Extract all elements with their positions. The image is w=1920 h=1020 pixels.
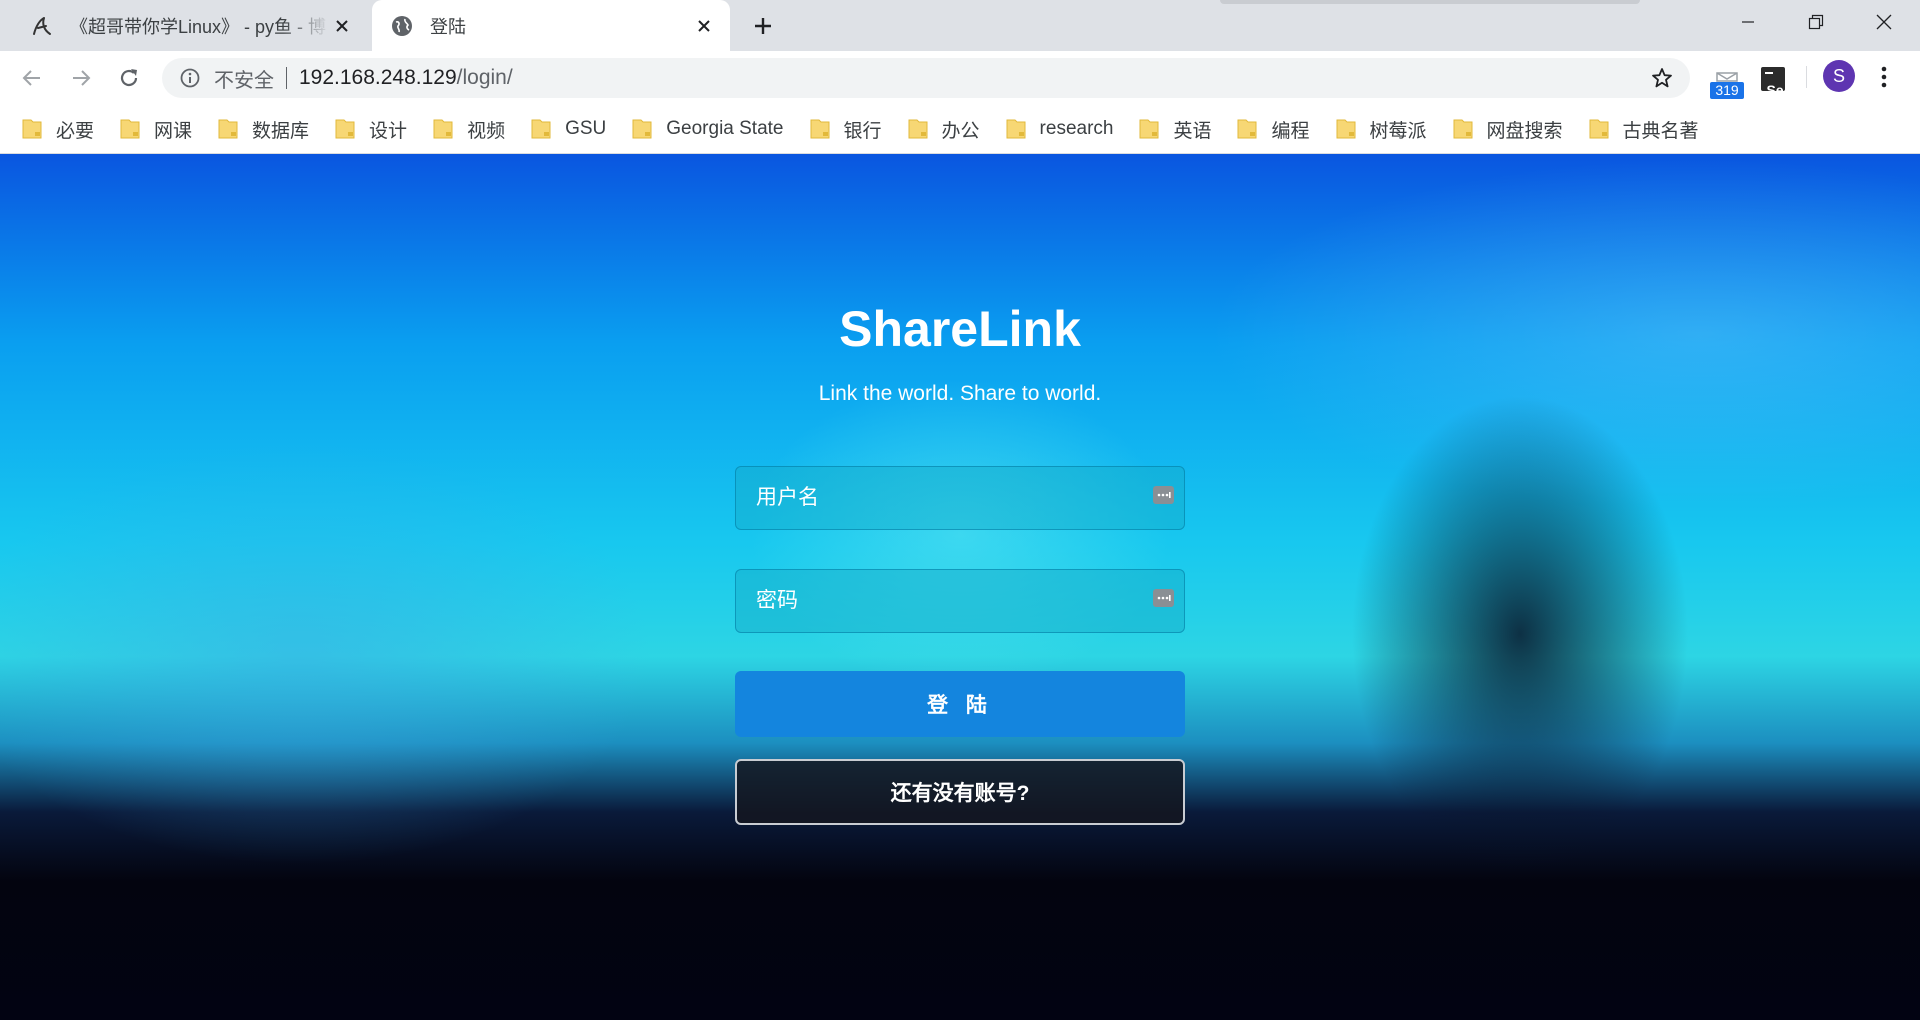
info-icon[interactable] [178,66,202,90]
folder-icon [335,118,355,140]
folder-icon [218,118,238,140]
bookmark-label: 网课 [154,120,193,142]
security-label[interactable]: 不安全 [214,64,274,93]
close-icon[interactable] [692,14,716,38]
bookmark-label: 编程 [1271,120,1310,142]
tab-title: 《超哥带你学Linux》 - py鱼 - 博 [70,16,327,37]
close-icon[interactable] [330,14,354,38]
bookmark-folder[interactable]: 英语 [1139,111,1211,147]
close-icon [1876,14,1892,30]
close-window-button[interactable] [1850,0,1918,44]
login-page: ShareLink Link the world. Share to world… [0,154,1920,1020]
bookmarks-bar: 必要 网课 数据库 设计 视频 GSU Georgia State 银行 办公 research 英… [0,105,1920,154]
folder-icon [1237,118,1257,140]
bookmark-label: 数据库 [252,120,310,142]
url-host[interactable]: 192.168.248.129 [299,66,457,90]
bookmark-folder[interactable]: research [1006,111,1114,147]
password-input[interactable] [736,570,1184,632]
bookmark-label: 设计 [369,120,408,142]
address-divider [286,67,287,89]
bookmark-folder[interactable]: 视频 [433,111,505,147]
bookmark-folder[interactable]: 网盘搜索 [1453,111,1563,147]
bookmark-folder[interactable]: 编程 [1237,111,1310,147]
bookmark-folder[interactable]: 办公 [908,111,980,147]
selenium-label: Se [1766,82,1784,98]
folder-icon [531,118,551,140]
bookmark-folder[interactable]: 数据库 [218,111,309,147]
folder-icon [632,118,652,140]
bookmark-label: 树莓派 [1369,120,1427,142]
password-manager-icon[interactable] [1153,589,1174,607]
browser-toolbar: 不安全 192.168.248.129/login/ [0,51,1920,105]
folder-icon [810,118,830,140]
browser-title-bar: 《超哥带你学Linux》 - py鱼 - 博 登陆 [0,0,1920,51]
brand-slogan: Link the world. Share to world. [818,382,1102,405]
new-tab-button[interactable] [748,11,778,41]
bookmark-folder[interactable]: 网课 [120,111,192,147]
bookmark-star-icon[interactable] [1650,66,1674,90]
toolbar-separator [1806,66,1807,88]
bookmark-folder[interactable]: Georgia State [632,111,784,147]
bookmark-folder[interactable]: 设计 [335,111,407,147]
brand-title: ShareLink [839,301,1081,357]
bookmark-label: 英语 [1173,120,1212,142]
bookmark-label: GSU [565,118,607,139]
minimize-button[interactable] [1714,0,1782,44]
url-path[interactable]: /login/ [457,66,513,90]
bookmark-label: 古典名著 [1622,120,1699,142]
plus-icon [755,18,771,34]
kebab-menu-icon[interactable] [1872,62,1896,92]
arrow-right-icon [73,70,91,86]
reload-button[interactable] [112,61,146,95]
arrow-left-icon [22,70,40,86]
python-fish-icon [30,14,54,38]
restore-button[interactable] [1782,0,1850,44]
password-field[interactable] [735,569,1185,633]
reload-icon [120,69,138,87]
bookmark-folder[interactable]: 古典名著 [1589,111,1699,147]
bookmark-folder[interactable]: 树莓派 [1336,111,1427,147]
folder-icon [22,118,42,140]
folder-icon [908,118,928,140]
bookmark-label: 网盘搜索 [1486,120,1563,142]
bookmark-label: Georgia State [666,118,784,139]
folder-icon [1336,118,1356,140]
window-drag-strip [1220,0,1640,4]
bookmark-folder[interactable]: 银行 [810,111,882,147]
extension-badge: 319 [1710,82,1744,99]
folder-icon [1006,118,1026,140]
restore-icon [1808,14,1824,30]
bookmark-folder[interactable]: 必要 [22,111,94,147]
profile-avatar[interactable]: S [1823,60,1855,92]
bookmark-folder[interactable]: GSU [531,111,606,147]
register-button[interactable]: 还有没有账号? [735,759,1185,825]
address-bar[interactable]: 不安全 192.168.248.129/login/ [162,58,1690,98]
folder-icon [1589,118,1609,140]
tab-title: 登陆 [430,16,466,37]
folder-icon [433,118,453,140]
bookmark-label: 必要 [56,120,95,142]
folder-icon [1139,118,1159,140]
login-button[interactable]: 登 陆 [735,671,1185,737]
back-button[interactable] [15,61,49,95]
folder-icon [120,118,140,140]
bookmark-label: 办公 [941,120,980,142]
bookmark-label: research [1039,118,1114,139]
bookmark-label: 银行 [843,120,882,142]
bookmark-label: 视频 [467,120,506,142]
tab-linux-course[interactable]: 《超哥带你学Linux》 - py鱼 - 博 [0,0,368,51]
tab-login[interactable]: 登陆 [372,0,730,51]
forward-button[interactable] [64,61,98,95]
folder-icon [1453,118,1473,140]
username-field[interactable] [735,466,1185,530]
minimize-icon [1742,21,1754,23]
globe-icon [390,14,414,38]
password-manager-icon[interactable] [1153,486,1174,504]
username-input[interactable] [736,467,1184,529]
